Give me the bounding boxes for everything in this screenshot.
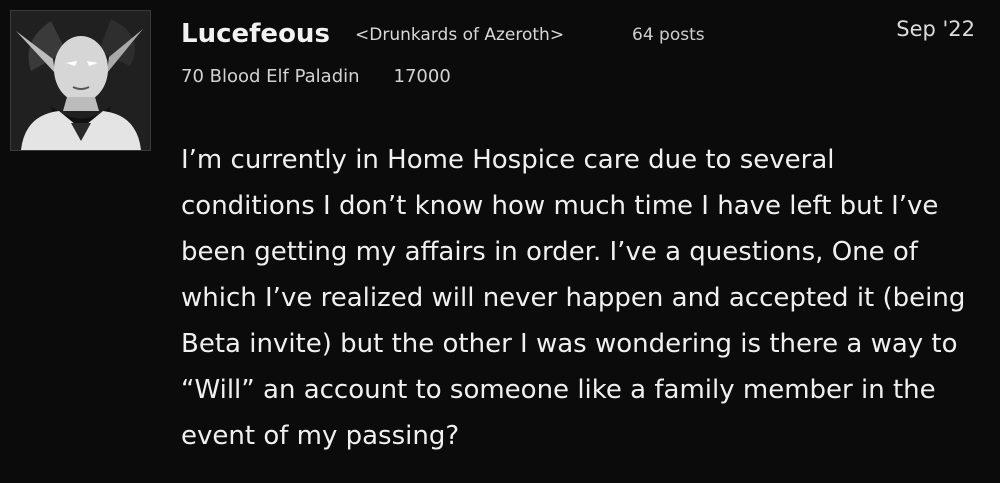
blood-elf-avatar-icon (11, 11, 150, 150)
character-class: 70 Blood Elf Paladin (181, 66, 360, 87)
guild-name: <Drunkards of Azeroth> (355, 25, 565, 45)
character-info: 70 Blood Elf Paladin 17000 (181, 64, 451, 90)
forum-post: Lucefeous <Drunkards of Azeroth> 64 post… (0, 0, 1000, 483)
post-body: I’m currently in Home Hospice care due t… (181, 137, 991, 459)
post-body-line: been getting my affairs in order. I’ve a… (181, 237, 918, 267)
post-body-line: which I’ve realized will never happen an… (181, 283, 966, 313)
post-count: 64 posts (632, 25, 705, 45)
achievement-points: 17000 (393, 66, 451, 87)
author-name[interactable]: Lucefeous (181, 17, 330, 51)
post-date[interactable]: Sep '22 (896, 15, 975, 43)
post-body-line: conditions I don’t know how much time I … (181, 191, 939, 221)
post-body-line: I’m currently in Home Hospice care due t… (181, 145, 835, 175)
post-body-line: event of my passing? (181, 421, 460, 451)
avatar[interactable] (10, 10, 151, 151)
post-body-line: Beta invite) but the other I was wonderi… (181, 329, 958, 359)
post-body-line: “Will” an account to someone like a fami… (181, 375, 936, 405)
